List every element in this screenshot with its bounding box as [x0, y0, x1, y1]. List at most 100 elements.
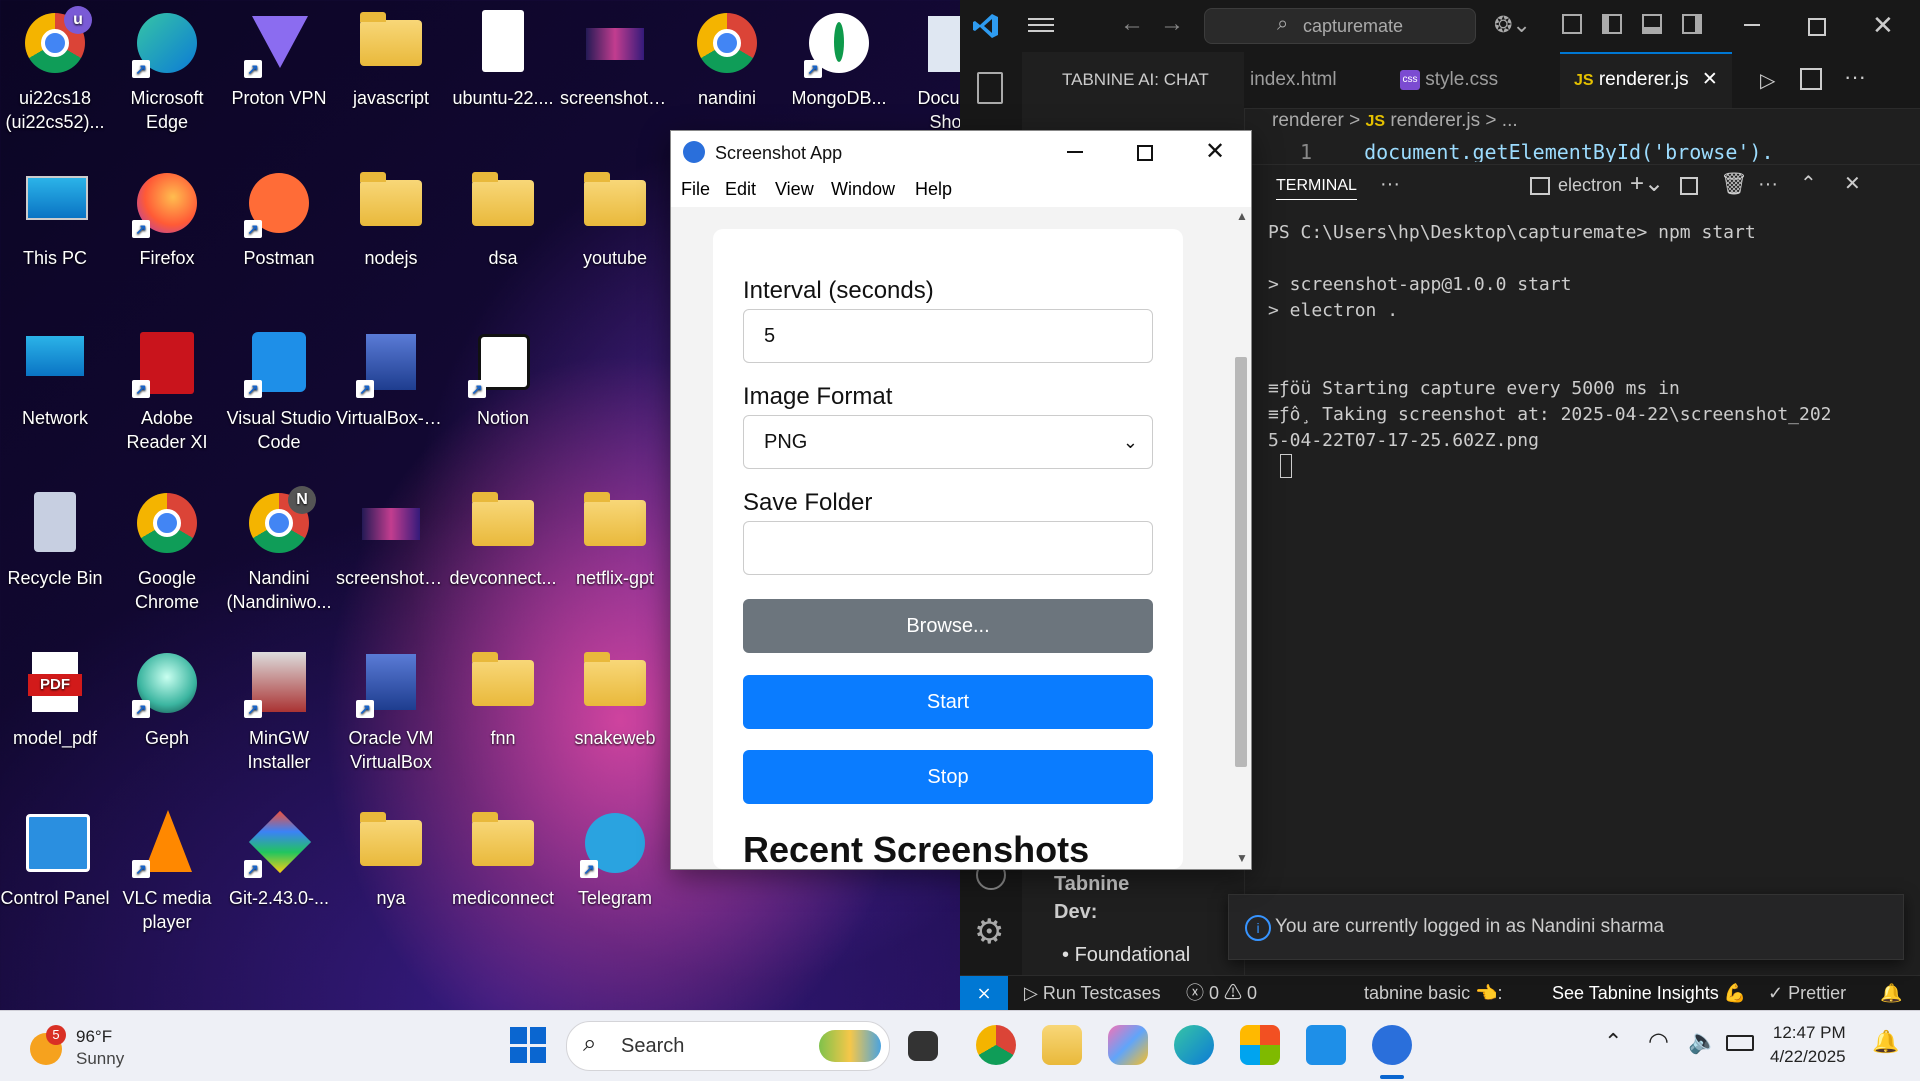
- desktop-shortcut[interactable]: nandini: [672, 6, 782, 110]
- desktop-shortcut[interactable]: dsa: [448, 166, 558, 270]
- code-line[interactable]: 1 document.getElementById('browse').: [1300, 140, 1920, 162]
- run-icon[interactable]: ▷: [1760, 68, 1775, 93]
- notification-center-icon[interactable]: 🔔: [1872, 1029, 1899, 1055]
- desktop-shortcut[interactable]: PDF model_pdf: [0, 646, 110, 750]
- notifications-bell-icon[interactable]: 🔔: [1880, 976, 1902, 1011]
- app-close-icon[interactable]: ✕: [1205, 137, 1225, 166]
- desktop-shortcut[interactable]: screenshot_...: [336, 486, 446, 590]
- desktop-shortcut[interactable]: N Nandini (Nandiniwo...: [224, 486, 334, 614]
- maximize-panel-icon[interactable]: ⌃: [1800, 171, 1817, 196]
- desktop-shortcut[interactable]: ↗ Firefox: [112, 166, 222, 270]
- desktop-shortcut[interactable]: Google Chrome: [112, 486, 222, 614]
- desktop-shortcut[interactable]: youtube: [560, 166, 670, 270]
- weather-widget[interactable]: 5 96°F Sunny: [30, 1021, 180, 1071]
- desktop-shortcut[interactable]: fnn: [448, 646, 558, 750]
- layout-customize-icon[interactable]: [1562, 14, 1582, 34]
- chrome-taskbar-icon[interactable]: [976, 1025, 1016, 1065]
- desktop-shortcut[interactable]: ↗ Notion: [448, 326, 558, 430]
- split-editor-icon[interactable]: [1800, 68, 1822, 90]
- desktop-shortcut[interactable]: javascript: [336, 6, 446, 110]
- desktop-shortcut[interactable]: ↗ MongoDB...: [784, 6, 894, 110]
- toggle-panel-icon[interactable]: [1642, 14, 1662, 34]
- desktop-shortcut[interactable]: Control Panel: [0, 806, 110, 910]
- menu-view[interactable]: View: [775, 179, 814, 200]
- desktop-shortcut[interactable]: ubuntu-22....: [448, 6, 558, 110]
- tab-terminal[interactable]: TERMINAL: [1276, 177, 1357, 200]
- app-scrollbar[interactable]: ▲ ▼: [1231, 207, 1251, 869]
- volume-icon[interactable]: 🔈: [1688, 1027, 1718, 1056]
- toggle-secondary-sidebar-icon[interactable]: [1682, 14, 1702, 34]
- desktop-shortcut[interactable]: ↗ VirtualBox-7....: [336, 326, 446, 430]
- desktop-shortcut[interactable]: nodejs: [336, 166, 446, 270]
- desktop-shortcut[interactable]: ↗ Postman: [224, 166, 334, 270]
- terminal-shell-icon[interactable]: [1530, 177, 1550, 195]
- desktop-shortcut[interactable]: ↗ VLC media player: [112, 806, 222, 934]
- desktop-shortcut[interactable]: ↗ Oracle VM VirtualBox: [336, 646, 446, 774]
- tabnine-insights[interactable]: See Tabnine Insights 💪: [1552, 976, 1746, 1011]
- menu-help[interactable]: Help: [915, 179, 952, 200]
- desktop-shortcut[interactable]: Network: [0, 326, 110, 430]
- desktop-shortcut[interactable]: ↗ Proton VPN: [224, 6, 334, 110]
- desktop-shortcut[interactable]: screenshot_...: [560, 6, 670, 110]
- app-maximize-icon[interactable]: [1137, 145, 1153, 161]
- app-minimize-icon[interactable]: [1067, 151, 1083, 153]
- edge-taskbar-icon[interactable]: [1174, 1025, 1214, 1065]
- toggle-sidebar-icon[interactable]: [1602, 14, 1622, 34]
- browse-button[interactable]: Browse...: [743, 599, 1153, 653]
- wifi-icon[interactable]: ◠: [1648, 1027, 1669, 1056]
- desktop-shortcut[interactable]: ↗ Adobe Reader XI: [112, 326, 222, 454]
- desktop-shortcut[interactable]: ↗ Telegram: [560, 806, 670, 910]
- panel-actions-icon[interactable]: ···: [1758, 173, 1778, 196]
- command-center-search[interactable]: ⌕ capturemate: [1204, 8, 1476, 44]
- menu-hamburger-icon[interactable]: [1028, 14, 1054, 36]
- explorer-icon[interactable]: [977, 72, 1003, 104]
- desktop-shortcut[interactable]: Recycle Bin: [0, 486, 110, 590]
- close-icon[interactable]: ✕: [1872, 10, 1894, 41]
- taskbar-search[interactable]: ⌕ Search: [566, 1021, 890, 1071]
- desktop-shortcut[interactable]: netflix-gpt: [560, 486, 670, 590]
- tab-renderer-js[interactable]: JS renderer.js ✕: [1560, 52, 1732, 108]
- problems-indicator[interactable]: ⓧ 0 ⚠ 0: [1186, 976, 1257, 1011]
- format-select[interactable]: PNG ⌄: [743, 415, 1153, 469]
- scroll-down-icon[interactable]: ▼: [1236, 851, 1248, 865]
- back-arrow-icon[interactable]: ←: [1120, 10, 1144, 38]
- desktop-shortcut[interactable]: devconnect...: [448, 486, 558, 590]
- start-button[interactable]: [510, 1027, 546, 1063]
- folder-input[interactable]: [743, 521, 1153, 575]
- minimize-icon[interactable]: [1744, 24, 1760, 26]
- stop-button[interactable]: Stop: [743, 750, 1153, 804]
- breadcrumb-file[interactable]: renderer.js: [1390, 110, 1480, 131]
- tabnine-status[interactable]: tabnine basic 👈:: [1364, 976, 1503, 1011]
- settings-gear-icon[interactable]: ⚙: [974, 912, 1004, 952]
- forward-arrow-icon[interactable]: →: [1160, 10, 1184, 38]
- copilot-taskbar-icon[interactable]: [1108, 1025, 1148, 1065]
- menu-window[interactable]: Window: [831, 179, 895, 200]
- battery-icon[interactable]: [1726, 1035, 1754, 1051]
- start-button[interactable]: Start: [743, 675, 1153, 729]
- panel-more-icon[interactable]: ···: [1380, 173, 1400, 196]
- interval-input[interactable]: 5: [743, 309, 1153, 363]
- more-actions-icon[interactable]: ···: [1844, 64, 1866, 90]
- desktop-shortcut[interactable]: ↗ Visual Studio Code: [224, 326, 334, 454]
- desktop-shortcut[interactable]: ↗ Geph: [112, 646, 222, 750]
- split-terminal-icon[interactable]: [1680, 177, 1698, 195]
- new-terminal-icon[interactable]: +⌄: [1630, 169, 1664, 198]
- tab-close-icon[interactable]: ✕: [1702, 69, 1718, 90]
- clock[interactable]: 12:47 PM 4/22/2025: [1770, 1021, 1846, 1069]
- prettier-status[interactable]: ✓ Prettier: [1768, 976, 1846, 1011]
- desktop-shortcut[interactable]: mediconnect: [448, 806, 558, 910]
- desktop-shortcut[interactable]: ↗ MinGW Installer: [224, 646, 334, 774]
- run-testcases-button[interactable]: ▷ Run Testcases: [1024, 976, 1161, 1011]
- file-explorer-icon[interactable]: [1042, 1025, 1082, 1065]
- scrollbar-thumb[interactable]: [1235, 357, 1247, 767]
- vscode-taskbar-icon[interactable]: [1306, 1025, 1346, 1065]
- desktop-shortcut[interactable]: This PC: [0, 166, 110, 270]
- remote-icon[interactable]: ⨯: [960, 976, 1008, 1011]
- desktop-shortcut[interactable]: ↗ Microsoft Edge: [112, 6, 222, 134]
- copilot-icon[interactable]: ❂⌄: [1494, 12, 1531, 38]
- desktop-shortcut[interactable]: ↗ Git-2.43.0-...: [224, 806, 334, 910]
- desktop-shortcut[interactable]: snakeweb: [560, 646, 670, 750]
- show-hidden-icons[interactable]: ⌃: [1604, 1029, 1622, 1055]
- breadcrumb-folder[interactable]: renderer: [1272, 110, 1344, 131]
- tab-index-html[interactable]: index.html: [1250, 52, 1337, 108]
